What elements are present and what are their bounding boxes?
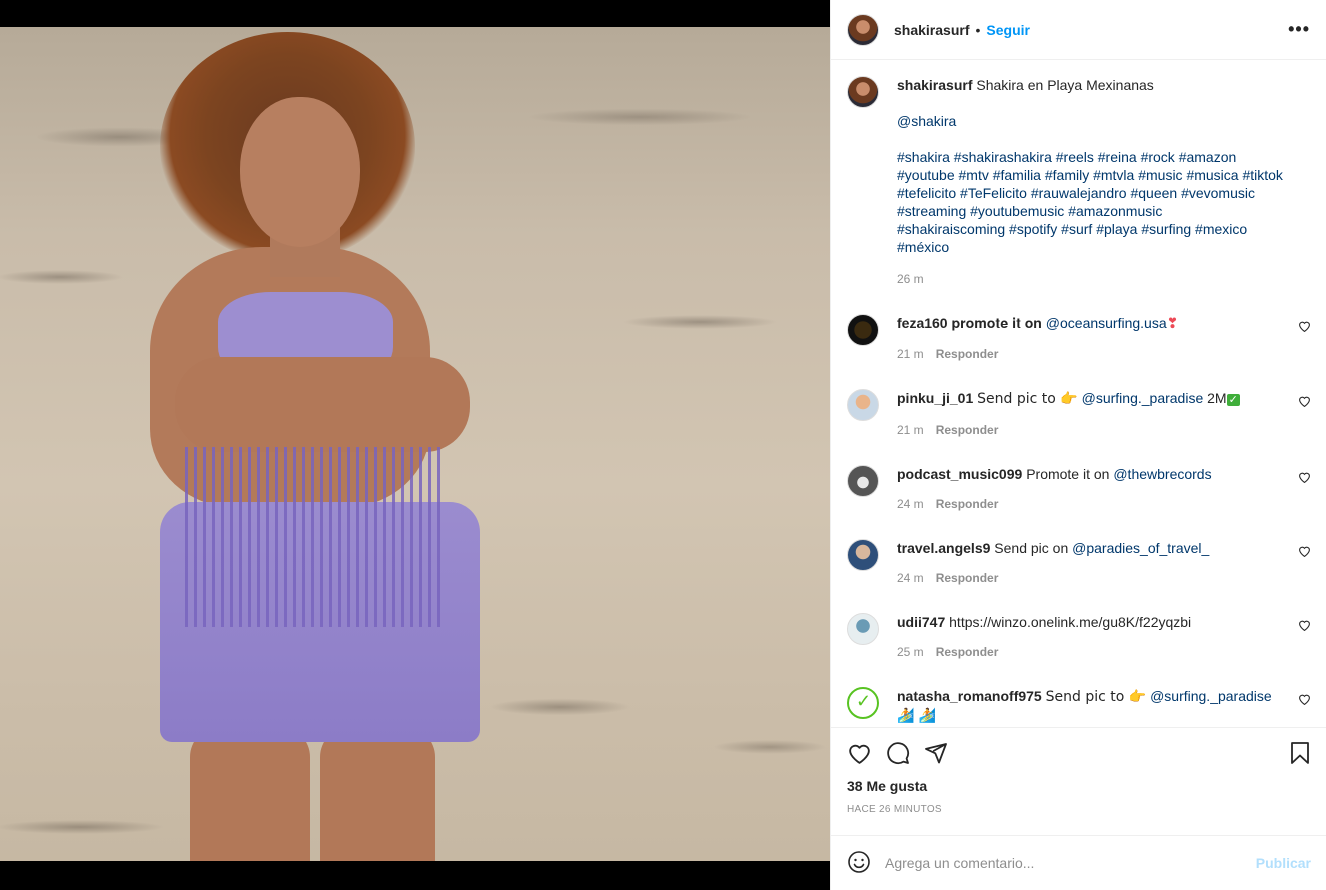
comment-item: feza160 𝐩𝐫𝐨𝐦𝐨𝐭𝐞 𝐢𝐭 𝐨𝐧 @oceansurfing.usa❣… — [847, 314, 1311, 363]
comment-time[interactable]: 21 m — [897, 347, 924, 361]
emoji-icon[interactable] — [847, 850, 871, 877]
comment-like-icon[interactable] — [1298, 320, 1311, 335]
post-timestamp[interactable]: HACE 26 MINUTOS — [847, 804, 1311, 815]
check-emoji: ✓ — [1226, 394, 1240, 406]
comment-like-icon[interactable] — [1298, 693, 1311, 708]
comment-username[interactable]: udii747 — [897, 614, 945, 630]
post-header: shakirasurf • Seguir ••• — [831, 0, 1326, 60]
reply-button[interactable]: Responder — [936, 571, 999, 585]
surfer-emoji: 🏄 🏄 — [897, 708, 937, 724]
comment-text: Send pic to 👉 — [1045, 689, 1147, 705]
comment-like-icon[interactable] — [1298, 545, 1311, 560]
comments-list[interactable]: shakirasurf Shakira en Playa Mexinanas @… — [831, 60, 1326, 727]
comment-item: podcast_music099 Promote it on @thewbrec… — [847, 465, 1311, 513]
comment-link[interactable]: https://winzo.onelink.me/gu8K/f22yqzbi — [949, 614, 1191, 630]
comment-text: Send pic on — [994, 540, 1069, 556]
photo-arms — [175, 357, 470, 452]
caption-time[interactable]: 26 m — [897, 272, 924, 286]
send-icon[interactable] — [924, 741, 948, 768]
more-options-icon[interactable]: ••• — [1288, 19, 1310, 40]
comment-item: pinku_ji_01 Send pic to 👉 @surfing._para… — [847, 389, 1311, 439]
comment-username[interactable]: feza160 — [897, 315, 948, 331]
comment-avatar[interactable] — [847, 539, 879, 571]
comment-like-icon[interactable] — [1298, 619, 1311, 634]
comment-avatar[interactable] — [847, 687, 879, 719]
caption-avatar[interactable] — [847, 76, 879, 108]
caption-hashtags-2[interactable]: #shakiraiscoming #spotify #surf #playa #… — [897, 220, 1297, 256]
comment-suffix: 2M — [1207, 390, 1227, 406]
comment-input[interactable] — [885, 855, 1256, 871]
heart-exclamation-emoji: ❣ — [1166, 316, 1179, 332]
likes-count[interactable]: 38 Me gusta — [847, 778, 1311, 794]
comment-username[interactable]: pinku_ji_01 — [897, 390, 973, 406]
heart-icon[interactable] — [847, 741, 872, 768]
author-avatar[interactable] — [847, 13, 879, 46]
photo-fringe — [185, 447, 445, 627]
comment-username[interactable]: travel.angels9 — [897, 540, 990, 556]
author-username[interactable]: shakirasurf — [894, 22, 969, 38]
caption-username[interactable]: shakirasurf — [897, 77, 972, 93]
comment-username[interactable]: podcast_music099 — [897, 466, 1022, 482]
comment-time[interactable]: 21 m — [897, 423, 924, 437]
publish-button[interactable]: Publicar — [1256, 855, 1311, 871]
caption-text: Shakira en Playa Mexinanas — [976, 77, 1154, 93]
comment-mention[interactable]: @thewbrecords — [1113, 466, 1211, 482]
reply-button[interactable]: Responder — [936, 497, 999, 511]
comment-time[interactable]: 24 m — [897, 497, 924, 511]
comment-item: udii747 https://winzo.onelink.me/gu8K/f2… — [847, 613, 1311, 661]
comment-avatar[interactable] — [847, 613, 879, 645]
post-caption: shakirasurf Shakira en Playa Mexinanas @… — [847, 76, 1311, 288]
comment-time[interactable]: 24 m — [897, 571, 924, 585]
comment-item: natasha_romanoff975 Send pic to 👉 @surfi… — [847, 687, 1311, 725]
photo-leg-left — [190, 727, 310, 861]
comment-text: 𝐩𝐫𝐨𝐦𝐨𝐭𝐞 𝐢𝐭 𝐨𝐧 — [951, 315, 1042, 331]
comment-item: travel.angels9 Send pic on @paradies_of_… — [847, 539, 1311, 587]
comment-text: Send pic to 👉 — [977, 391, 1078, 407]
comment-mention[interactable]: @paradies_of_travel_ — [1072, 540, 1209, 556]
comment-mention[interactable]: @surfing._paradise — [1150, 688, 1272, 704]
post-actions: 38 Me gusta HACE 26 MINUTOS — [831, 727, 1326, 815]
comment-like-icon[interactable] — [1298, 395, 1311, 410]
reply-button[interactable]: Responder — [936, 347, 999, 361]
comment-username[interactable]: natasha_romanoff975 — [897, 688, 1042, 704]
comment-avatar[interactable] — [847, 314, 879, 346]
comment-icon[interactable] — [886, 741, 910, 768]
comment-text: Promote it on — [1026, 466, 1110, 482]
follow-button[interactable]: Seguir — [986, 22, 1030, 38]
caption-mention[interactable]: @shakira — [897, 113, 956, 129]
post-photo[interactable] — [0, 27, 830, 861]
photo-face — [240, 97, 360, 247]
add-comment-bar: Publicar — [831, 835, 1326, 890]
comment-avatar[interactable] — [847, 465, 879, 497]
header-separator: • — [975, 21, 981, 38]
reply-button[interactable]: Responder — [936, 645, 999, 659]
reply-button[interactable]: Responder — [936, 423, 999, 437]
bookmark-icon[interactable] — [1289, 741, 1311, 768]
comment-time[interactable]: 25 m — [897, 645, 924, 659]
comment-like-icon[interactable] — [1298, 471, 1311, 486]
caption-hashtags[interactable]: #shakira #shakirashakira #reels #reina #… — [897, 148, 1297, 220]
post-panel: shakirasurf • Seguir ••• shakirasurf Sha… — [830, 0, 1326, 890]
comment-mention[interactable]: @surfing._paradise — [1082, 390, 1204, 406]
photo-leg-right — [320, 727, 435, 861]
comment-avatar[interactable] — [847, 389, 879, 421]
comment-mention[interactable]: @oceansurfing.usa — [1046, 315, 1167, 331]
